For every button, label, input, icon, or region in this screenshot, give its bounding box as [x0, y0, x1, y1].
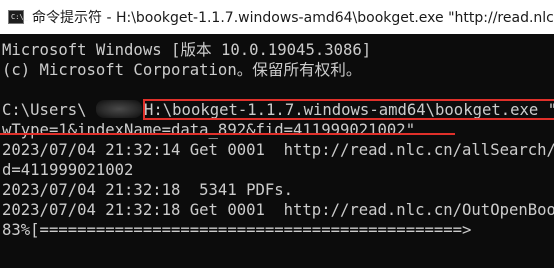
console-line-get-1-cont: d=411999021002 — [2, 161, 134, 179]
console-line-get-1: 2023/07/04 21:32:14 Get 0001 http://read… — [2, 141, 554, 159]
console-line-get-2: 2023/07/04 21:32:18 Get 0001 http://read… — [2, 201, 554, 219]
command-highlight-underline — [0, 133, 455, 135]
redacted-username-blur — [96, 100, 142, 118]
console-line-pdf-count: 2023/07/04 21:32:18 5341 PDFs. — [2, 181, 294, 199]
console-line-progress: 83%[====================================… — [2, 221, 472, 239]
console-output[interactable]: Microsoft Windows [版本 10.0.19045.3086] (… — [0, 34, 554, 268]
console-line-prompt: C:\Users\ — [2, 101, 87, 119]
window-title: 命令提示符 - H:\bookget-1.1.7.windows-amd64\b… — [32, 10, 554, 26]
cmd-app-icon[interactable]: C:\_ — [8, 10, 28, 24]
cmd-app-icon-glyph: C:\_ — [11, 12, 28, 21]
cmd-window: C:\_ 命令提示符 - H:\bookget-1.1.7.windows-am… — [0, 0, 554, 268]
console-line-command-cont: wType=1&indexName=data_892&fid=411999021… — [2, 121, 416, 139]
console-line-version: Microsoft Windows [版本 10.0.19045.3086] — [2, 41, 372, 59]
command-highlight-box — [143, 99, 554, 120]
title-bar[interactable]: C:\_ 命令提示符 - H:\bookget-1.1.7.windows-am… — [0, 0, 554, 34]
console-line-copyright: (c) Microsoft Corporation。保留所有权利。 — [2, 61, 362, 79]
